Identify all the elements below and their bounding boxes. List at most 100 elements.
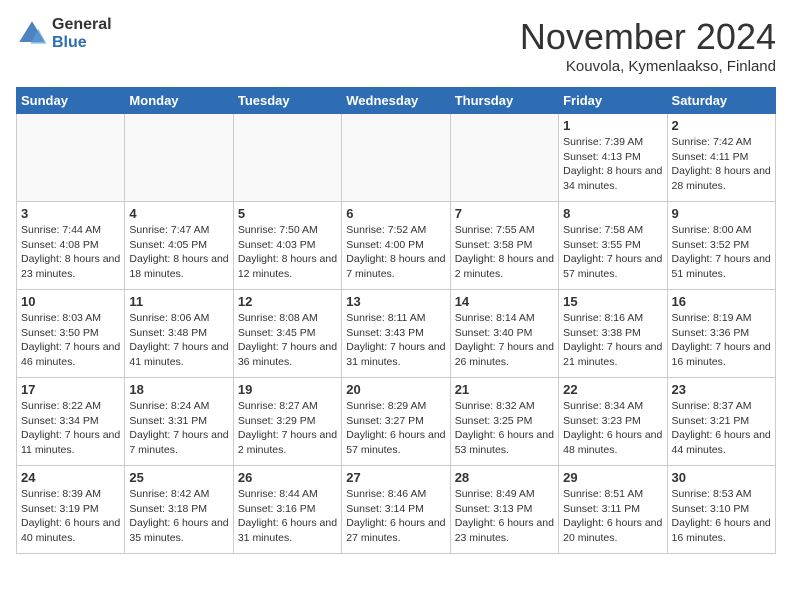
calendar-cell: 23 Sunrise: 8:37 AMSunset: 3:21 PMDayligh… xyxy=(667,378,775,466)
day-info: Sunrise: 7:50 AMSunset: 4:03 PMDaylight:… xyxy=(238,223,337,282)
day-number: 23 xyxy=(672,382,771,397)
day-info: Sunrise: 8:49 AMSunset: 3:13 PMDaylight:… xyxy=(455,487,554,546)
day-number: 26 xyxy=(238,470,337,485)
day-info: Sunrise: 7:58 AMSunset: 3:55 PMDaylight:… xyxy=(563,223,662,282)
day-info: Sunrise: 7:42 AMSunset: 4:11 PMDaylight:… xyxy=(672,135,771,194)
day-info: Sunrise: 8:06 AMSunset: 3:48 PMDaylight:… xyxy=(129,311,228,370)
calendar-cell: 20 Sunrise: 8:29 AMSunset: 3:27 PMDayligh… xyxy=(342,378,450,466)
day-info: Sunrise: 8:08 AMSunset: 3:45 PMDaylight:… xyxy=(238,311,337,370)
day-number: 18 xyxy=(129,382,228,397)
logo-text: General Blue xyxy=(52,16,112,51)
calendar-cell: 27 Sunrise: 8:46 AMSunset: 3:14 PMDayligh… xyxy=(342,466,450,554)
day-info: Sunrise: 7:44 AMSunset: 4:08 PMDaylight:… xyxy=(21,223,120,282)
day-info: Sunrise: 8:19 AMSunset: 3:36 PMDaylight:… xyxy=(672,311,771,370)
day-number: 17 xyxy=(21,382,120,397)
calendar-cell xyxy=(17,114,125,202)
day-number: 20 xyxy=(346,382,445,397)
calendar-cell: 14Sunrise: 8:14 AMSunset: 3:40 PMDayligh… xyxy=(450,290,558,378)
calendar-cell: 1 Sunrise: 7:39 AMSunset: 4:13 PMDaylight… xyxy=(559,114,667,202)
day-number: 27 xyxy=(346,470,445,485)
day-info: Sunrise: 8:44 AMSunset: 3:16 PMDaylight:… xyxy=(238,487,337,546)
weekday-header-friday: Friday xyxy=(559,88,667,114)
day-info: Sunrise: 8:29 AMSunset: 3:27 PMDaylight:… xyxy=(346,399,445,458)
day-number: 1 xyxy=(563,118,662,133)
day-info: Sunrise: 8:51 AMSunset: 3:11 PMDaylight:… xyxy=(563,487,662,546)
day-info: Sunrise: 8:37 AMSunset: 3:21 PMDaylight:… xyxy=(672,399,771,458)
weekday-header-saturday: Saturday xyxy=(667,88,775,114)
calendar-cell: 19 Sunrise: 8:27 AMSunset: 3:29 PMDayligh… xyxy=(233,378,341,466)
calendar-cell: 29 Sunrise: 8:51 AMSunset: 3:11 PMDayligh… xyxy=(559,466,667,554)
day-number: 29 xyxy=(563,470,662,485)
calendar-cell: 12 Sunrise: 8:08 AMSunset: 3:45 PMDayligh… xyxy=(233,290,341,378)
day-number: 3 xyxy=(21,206,120,221)
page-header: General Blue November 2024 Kouvola, Kyme… xyxy=(16,16,776,75)
calendar-table: SundayMondayTuesdayWednesdayThursdayFrid… xyxy=(16,87,776,554)
day-number: 11 xyxy=(129,294,228,309)
day-number: 4 xyxy=(129,206,228,221)
calendar-cell: 8Sunrise: 7:58 AMSunset: 3:55 PMDaylight… xyxy=(559,202,667,290)
weekday-header-monday: Monday xyxy=(125,88,233,114)
calendar-cell: 21 Sunrise: 8:32 AMSunset: 3:25 PMDayligh… xyxy=(450,378,558,466)
day-info: Sunrise: 8:42 AMSunset: 3:18 PMDaylight:… xyxy=(129,487,228,546)
calendar-cell: 16 Sunrise: 8:19 AMSunset: 3:36 PMDayligh… xyxy=(667,290,775,378)
day-info: Sunrise: 7:52 AMSunset: 4:00 PMDaylight:… xyxy=(346,223,445,282)
day-info: Sunrise: 8:11 AMSunset: 3:43 PMDaylight:… xyxy=(346,311,445,370)
calendar-cell: 6Sunrise: 7:52 AMSunset: 4:00 PMDaylight… xyxy=(342,202,450,290)
calendar-week-row-1: 1 Sunrise: 7:39 AMSunset: 4:13 PMDaylight… xyxy=(17,114,776,202)
day-info: Sunrise: 8:32 AMSunset: 3:25 PMDaylight:… xyxy=(455,399,554,458)
day-number: 10 xyxy=(21,294,120,309)
day-info: Sunrise: 8:00 AMSunset: 3:52 PMDaylight:… xyxy=(672,223,771,282)
day-info: Sunrise: 7:39 AMSunset: 4:13 PMDaylight:… xyxy=(563,135,662,194)
logo-general-text: General xyxy=(52,16,112,34)
calendar-cell xyxy=(125,114,233,202)
month-title: November 2024 xyxy=(520,16,776,58)
day-number: 5 xyxy=(238,206,337,221)
calendar-cell: 11 Sunrise: 8:06 AMSunset: 3:48 PMDayligh… xyxy=(125,290,233,378)
day-number: 19 xyxy=(238,382,337,397)
calendar-cell: 4 Sunrise: 7:47 AMSunset: 4:05 PMDaylight… xyxy=(125,202,233,290)
weekday-header-sunday: Sunday xyxy=(17,88,125,114)
calendar-cell: 18 Sunrise: 8:24 AMSunset: 3:31 PMDayligh… xyxy=(125,378,233,466)
day-info: Sunrise: 8:16 AMSunset: 3:38 PMDaylight:… xyxy=(563,311,662,370)
logo: General Blue xyxy=(16,16,112,51)
day-number: 21 xyxy=(455,382,554,397)
calendar-cell: 26 Sunrise: 8:44 AMSunset: 3:16 PMDayligh… xyxy=(233,466,341,554)
day-info: Sunrise: 8:24 AMSunset: 3:31 PMDaylight:… xyxy=(129,399,228,458)
calendar-cell: 25 Sunrise: 8:42 AMSunset: 3:18 PMDayligh… xyxy=(125,466,233,554)
calendar-cell: 10 Sunrise: 8:03 AMSunset: 3:50 PMDayligh… xyxy=(17,290,125,378)
calendar-cell: 15 Sunrise: 8:16 AMSunset: 3:38 PMDayligh… xyxy=(559,290,667,378)
day-number: 2 xyxy=(672,118,771,133)
calendar-cell: 7 Sunrise: 7:55 AMSunset: 3:58 PMDaylight… xyxy=(450,202,558,290)
location-title: Kouvola, Kymenlaakso, Finland xyxy=(520,58,776,75)
day-number: 24 xyxy=(21,470,120,485)
title-block: November 2024 Kouvola, Kymenlaakso, Finl… xyxy=(520,16,776,75)
day-number: 25 xyxy=(129,470,228,485)
logo-icon xyxy=(16,18,48,50)
day-number: 16 xyxy=(672,294,771,309)
calendar-cell: 28Sunrise: 8:49 AMSunset: 3:13 PMDayligh… xyxy=(450,466,558,554)
calendar-cell: 13 Sunrise: 8:11 AMSunset: 3:43 PMDayligh… xyxy=(342,290,450,378)
calendar-cell xyxy=(233,114,341,202)
day-number: 22 xyxy=(563,382,662,397)
day-number: 13 xyxy=(346,294,445,309)
day-info: Sunrise: 7:55 AMSunset: 3:58 PMDaylight:… xyxy=(455,223,554,282)
calendar-cell: 9Sunrise: 8:00 AMSunset: 3:52 PMDaylight… xyxy=(667,202,775,290)
day-info: Sunrise: 8:46 AMSunset: 3:14 PMDaylight:… xyxy=(346,487,445,546)
day-number: 30 xyxy=(672,470,771,485)
calendar-week-row-3: 10 Sunrise: 8:03 AMSunset: 3:50 PMDayligh… xyxy=(17,290,776,378)
day-info: Sunrise: 8:53 AMSunset: 3:10 PMDaylight:… xyxy=(672,487,771,546)
weekday-header-wednesday: Wednesday xyxy=(342,88,450,114)
weekday-header-tuesday: Tuesday xyxy=(233,88,341,114)
day-number: 7 xyxy=(455,206,554,221)
calendar-cell: 22Sunrise: 8:34 AMSunset: 3:23 PMDayligh… xyxy=(559,378,667,466)
weekday-header-row: SundayMondayTuesdayWednesdayThursdayFrid… xyxy=(17,88,776,114)
day-number: 12 xyxy=(238,294,337,309)
weekday-header-thursday: Thursday xyxy=(450,88,558,114)
day-info: Sunrise: 8:03 AMSunset: 3:50 PMDaylight:… xyxy=(21,311,120,370)
calendar-cell xyxy=(342,114,450,202)
day-info: Sunrise: 7:47 AMSunset: 4:05 PMDaylight:… xyxy=(129,223,228,282)
day-info: Sunrise: 8:27 AMSunset: 3:29 PMDaylight:… xyxy=(238,399,337,458)
calendar-week-row-2: 3 Sunrise: 7:44 AMSunset: 4:08 PMDaylight… xyxy=(17,202,776,290)
calendar-week-row-5: 24Sunrise: 8:39 AMSunset: 3:19 PMDayligh… xyxy=(17,466,776,554)
day-number: 15 xyxy=(563,294,662,309)
